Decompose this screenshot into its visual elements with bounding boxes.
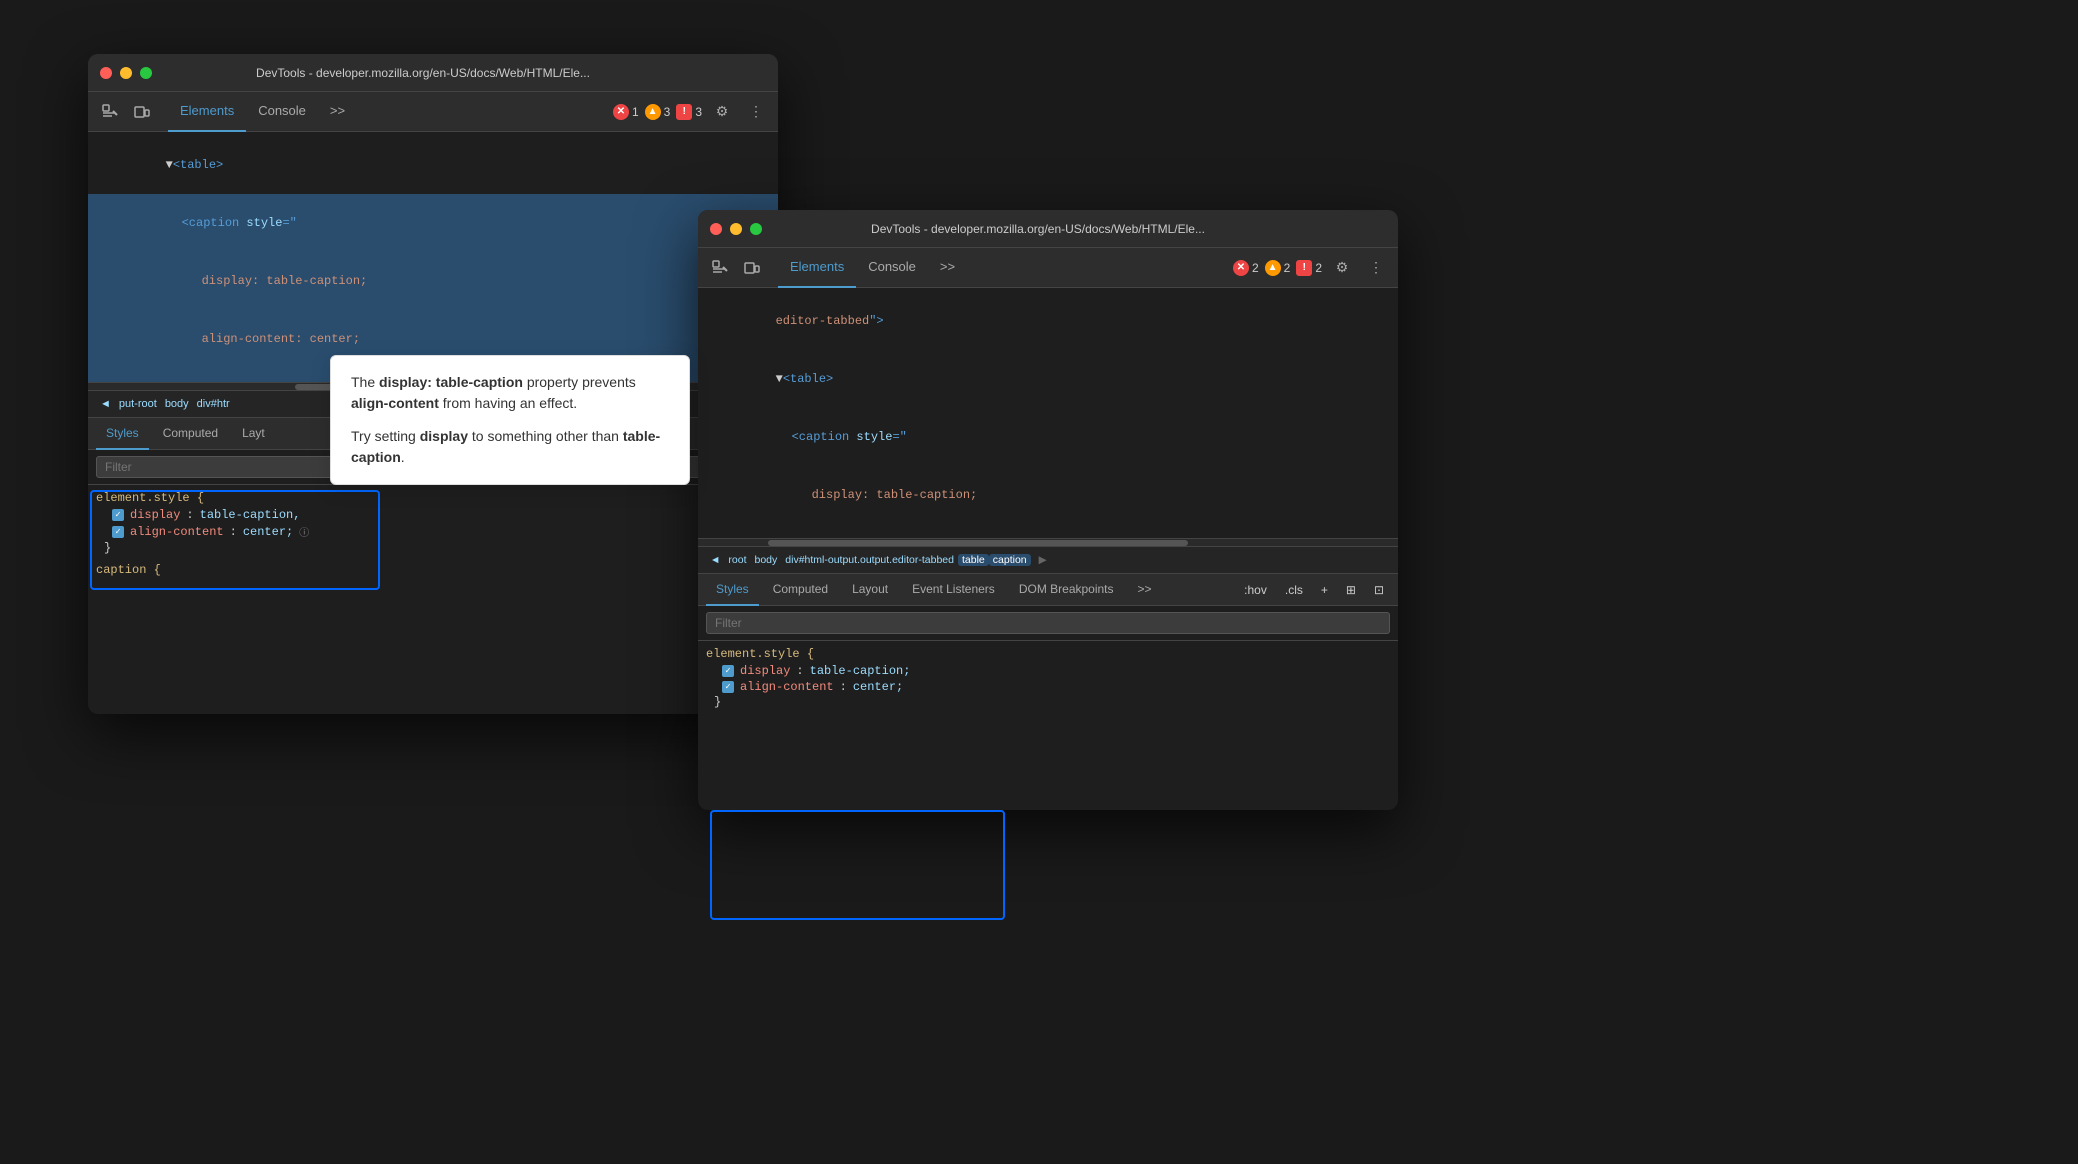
style-rule-element-2: element.style { display : table-caption;… [706,647,1390,709]
styles-panel-2: element.style { display : table-caption;… [698,641,1398,723]
dom-line-display[interactable]: display: table-caption; [88,252,778,310]
inspector-icon[interactable] [96,98,124,126]
highlight-box-right [710,810,1005,920]
window-title-1: DevTools - developer.mozilla.org/en-US/d… [88,66,766,80]
tab-list-1: Elements Console >> [168,92,357,131]
checkbox-display-2[interactable] [722,665,734,677]
devtools-window-2: DevTools - developer.mozilla.org/en-US/d… [698,210,1398,810]
breadcrumb-root[interactable]: root [724,554,750,566]
inspector-icon-2[interactable] [706,254,734,282]
window-title-2: DevTools - developer.mozilla.org/en-US/d… [698,222,1386,236]
titlebar-2: DevTools - developer.mozilla.org/en-US/d… [698,210,1398,248]
badges-2: ✕ 2 ▲ 2 ! 2 ⚙ ⋮ [1233,254,1390,282]
more-icon-1[interactable]: ⋮ [742,98,770,126]
dom-line-table[interactable]: ▼<table> [88,136,778,194]
more-icon-2[interactable]: ⋮ [1362,254,1390,282]
dom-panel-2[interactable]: editor-tabbed"> ▼<table> <caption style=… [698,288,1398,538]
tab-console-2[interactable]: Console [856,248,928,288]
info-badge-1: ! 3 [676,104,702,120]
layout-btn[interactable]: ⊞ [1340,581,1362,599]
warn-icon-1: ▲ [645,104,661,120]
tab-styles-1[interactable]: Styles [96,418,149,450]
tab-computed-1[interactable]: Computed [153,418,228,450]
info-icon-2: ! [1296,260,1312,276]
dom-line-table-2[interactable]: ▼<table> [698,350,1398,408]
lower-tabs-2: Styles Computed Layout Event Listeners D… [698,574,1398,606]
tab-layout-1[interactable]: Layt [232,418,275,450]
error-icon-1: ✕ [613,104,629,120]
tab-more-lower-2[interactable]: >> [1128,574,1162,606]
tab-styles-2[interactable]: Styles [706,574,759,606]
device-icon[interactable] [128,98,156,126]
toolbar-1: Elements Console >> ✕ 1 ▲ 3 ! 3 ⚙ ⋮ [88,92,778,132]
filter-bar-2 [698,606,1398,641]
tab-console-1[interactable]: Console [246,92,318,132]
add-rule-btn[interactable]: + [1315,581,1334,599]
tab-elements-2[interactable]: Elements [778,248,856,288]
tab-elements-1[interactable]: Elements [168,92,246,132]
tooltip-text-2: Try setting display to something other t… [351,426,669,468]
highlight-box-left [90,490,380,590]
prop-align-2: align-content : center; [706,679,1390,695]
source-btn[interactable]: ⊡ [1368,581,1390,599]
breadcrumb-body-1[interactable]: body [161,398,193,410]
warn-badge-1: ▲ 3 [645,104,671,120]
breadcrumb-div-1[interactable]: div#htr [193,398,234,410]
filter-input-2[interactable] [706,612,1390,634]
breadcrumb-table[interactable]: table [958,554,989,566]
hov-btn[interactable]: :hov [1238,581,1273,599]
settings-icon-2[interactable]: ⚙ [1328,254,1356,282]
tab-dom-bp-2[interactable]: DOM Breakpoints [1009,574,1124,606]
titlebar-1: DevTools - developer.mozilla.org/en-US/d… [88,54,778,92]
tab-layout-2[interactable]: Layout [842,574,898,606]
cls-btn[interactable]: .cls [1279,581,1309,599]
dom-line-caption-open[interactable]: <caption style=" [88,194,778,252]
tab-list-2: Elements Console >> [778,248,967,287]
breadcrumb-arrow-right[interactable]: ▶ [1035,554,1051,566]
breadcrumb-back-2[interactable]: ◄ [706,554,724,566]
breadcrumb-body-2[interactable]: body [751,554,782,566]
dom-line-align-2[interactable]: align-content: center; [698,524,1398,538]
dom-panel-1[interactable]: ▼<table> <caption style=" display: table… [88,132,778,382]
device-icon-2[interactable] [738,254,766,282]
warn-badge-2: ▲ 2 [1265,260,1291,276]
error-badge-2: ✕ 2 [1233,260,1259,276]
tooltip-text-1: The display: table-caption property prev… [351,372,669,414]
breadcrumb-caption[interactable]: caption [989,554,1031,566]
tab-more-2[interactable]: >> [928,248,967,288]
tab-events-2[interactable]: Event Listeners [902,574,1005,606]
settings-icon-1[interactable]: ⚙ [708,98,736,126]
toolbar-2: Elements Console >> ✕ 2 ▲ 2 ! 2 ⚙ ⋮ [698,248,1398,288]
dom-line-caption-2[interactable]: <caption style=" [698,408,1398,466]
breadcrumb-div-html[interactable]: div#html-output.output.editor-tabbed [781,554,958,566]
breadcrumb-2: ◄ root body div#html-output.output.edito… [698,546,1398,574]
info-icon-1: ! [676,104,692,120]
info-badge-2: ! 2 [1296,260,1322,276]
checkbox-align-2[interactable] [722,681,734,693]
warn-icon-2: ▲ [1265,260,1281,276]
dom-line-display-2[interactable]: display: table-caption; [698,466,1398,524]
error-badge-1: ✕ 1 [613,104,639,120]
breadcrumb-back-1[interactable]: ◄ [96,398,115,410]
tooltip-popup: The display: table-caption property prev… [330,355,690,485]
tab-more-1[interactable]: >> [318,92,357,132]
tab-computed-2[interactable]: Computed [763,574,838,606]
error-icon-2: ✕ [1233,260,1249,276]
prop-display-2: display : table-caption; [706,663,1390,679]
badges-1: ✕ 1 ▲ 3 ! 3 ⚙ ⋮ [613,98,770,126]
dom-line-editor[interactable]: editor-tabbed"> [698,292,1398,350]
lower-tools-2: :hov .cls + ⊞ ⊡ [1238,581,1390,599]
breadcrumb-put-root[interactable]: put-root [115,398,161,410]
style-selector-2: element.style { [706,647,1390,661]
